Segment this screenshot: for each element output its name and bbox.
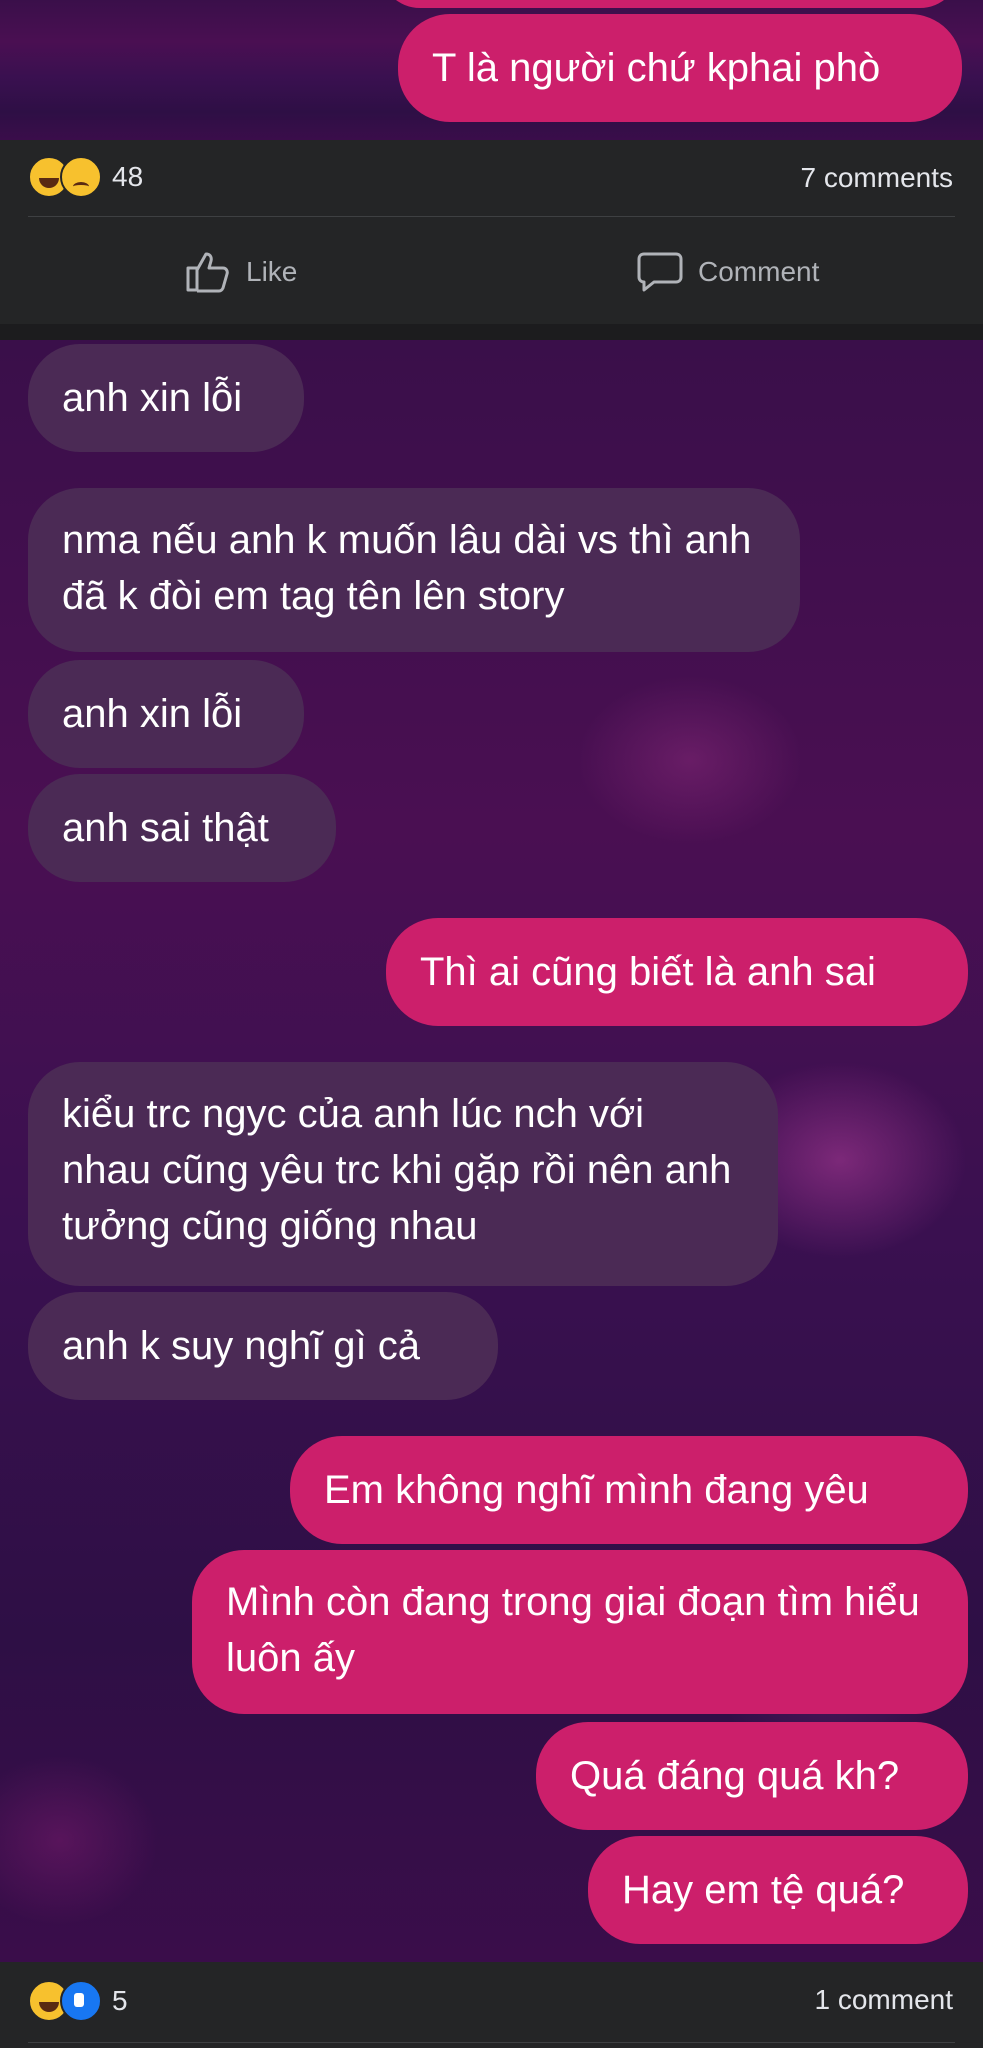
chat-bubble-outgoing: Thì ai cũng biết là anh sai — [386, 918, 968, 1026]
message-text: Em không nghĩ mình đang yêu — [324, 1468, 869, 1512]
message-text: anh xin lỗi — [62, 692, 243, 736]
comment-button[interactable]: Comment — [636, 250, 819, 294]
reaction-count: 5 — [112, 1985, 128, 2016]
chat-bubble-outgoing: Em không nghĩ mình đang yêu — [290, 1436, 968, 1544]
like-icon — [186, 252, 229, 293]
chat-bubble-outgoing: Hay em tệ quá? — [588, 1836, 968, 1944]
chat-bubble-incoming: anh sai thật — [28, 774, 336, 882]
comments-count-link[interactable]: 7 comments — [801, 162, 954, 194]
chat-bubble-outgoing: T là người chứ kphai phò — [398, 14, 962, 122]
message-text: anh k suy nghĩ gì cả — [62, 1324, 421, 1368]
message-text: T là người chứ kphai phò — [432, 46, 881, 90]
divider — [28, 216, 955, 217]
comments-count-link[interactable]: 1 comment — [815, 1984, 954, 2016]
message-text: kiểu trc ngyc của anh lúc nch với nhau c… — [62, 1092, 732, 1248]
chat-bubble-partial — [380, 0, 960, 8]
chat-bubble-incoming: nma nếu anh k muốn lâu dài vs thì anh đã… — [28, 488, 800, 652]
like-button[interactable]: Like — [184, 250, 297, 294]
chat-bubble-incoming: anh xin lỗi — [28, 660, 304, 768]
like-label: Like — [246, 256, 298, 287]
message-text: Hay em tệ quá? — [622, 1868, 905, 1912]
message-text: anh xin lỗi — [62, 376, 243, 420]
reactions-summary[interactable]: 48 — [28, 156, 143, 198]
chat-bubble-outgoing: Quá đáng quá kh? — [536, 1722, 968, 1830]
chat-bubble-incoming: anh k suy nghĩ gì cả — [28, 1292, 498, 1400]
post-footer-1: 48 7 comments Like Comment — [0, 140, 983, 324]
like-reaction-icon — [60, 1980, 102, 2022]
comment-icon — [637, 252, 683, 292]
post-image-1[interactable]: T là người chứ kphai phò — [0, 0, 983, 140]
sad-reaction-icon — [60, 156, 102, 198]
chat-bubble-incoming: anh xin lỗi — [28, 344, 304, 452]
message-text: nma nếu anh k muốn lâu dài vs thì anh đã… — [62, 518, 752, 618]
post-footer-2: 5 1 comment — [0, 1962, 983, 2048]
divider — [28, 2042, 955, 2043]
chat-bubble-outgoing: Mình còn đang trong giai đoạn tìm hiểu l… — [192, 1550, 968, 1714]
chat-bubble-incoming: kiểu trc ngyc của anh lúc nch với nhau c… — [28, 1062, 778, 1286]
message-text: anh sai thật — [62, 806, 269, 850]
reaction-count: 48 — [112, 161, 144, 192]
comment-label: Comment — [698, 256, 820, 287]
message-text: Thì ai cũng biết là anh sai — [420, 950, 876, 994]
reactions-summary[interactable]: 5 — [28, 1980, 128, 2022]
post-image-2[interactable]: anh xin lỗi nma nếu anh k muốn lâu dài v… — [0, 340, 983, 1962]
message-text: Mình còn đang trong giai đoạn tìm hiểu l… — [226, 1580, 920, 1680]
message-text: Quá đáng quá kh? — [570, 1754, 900, 1798]
